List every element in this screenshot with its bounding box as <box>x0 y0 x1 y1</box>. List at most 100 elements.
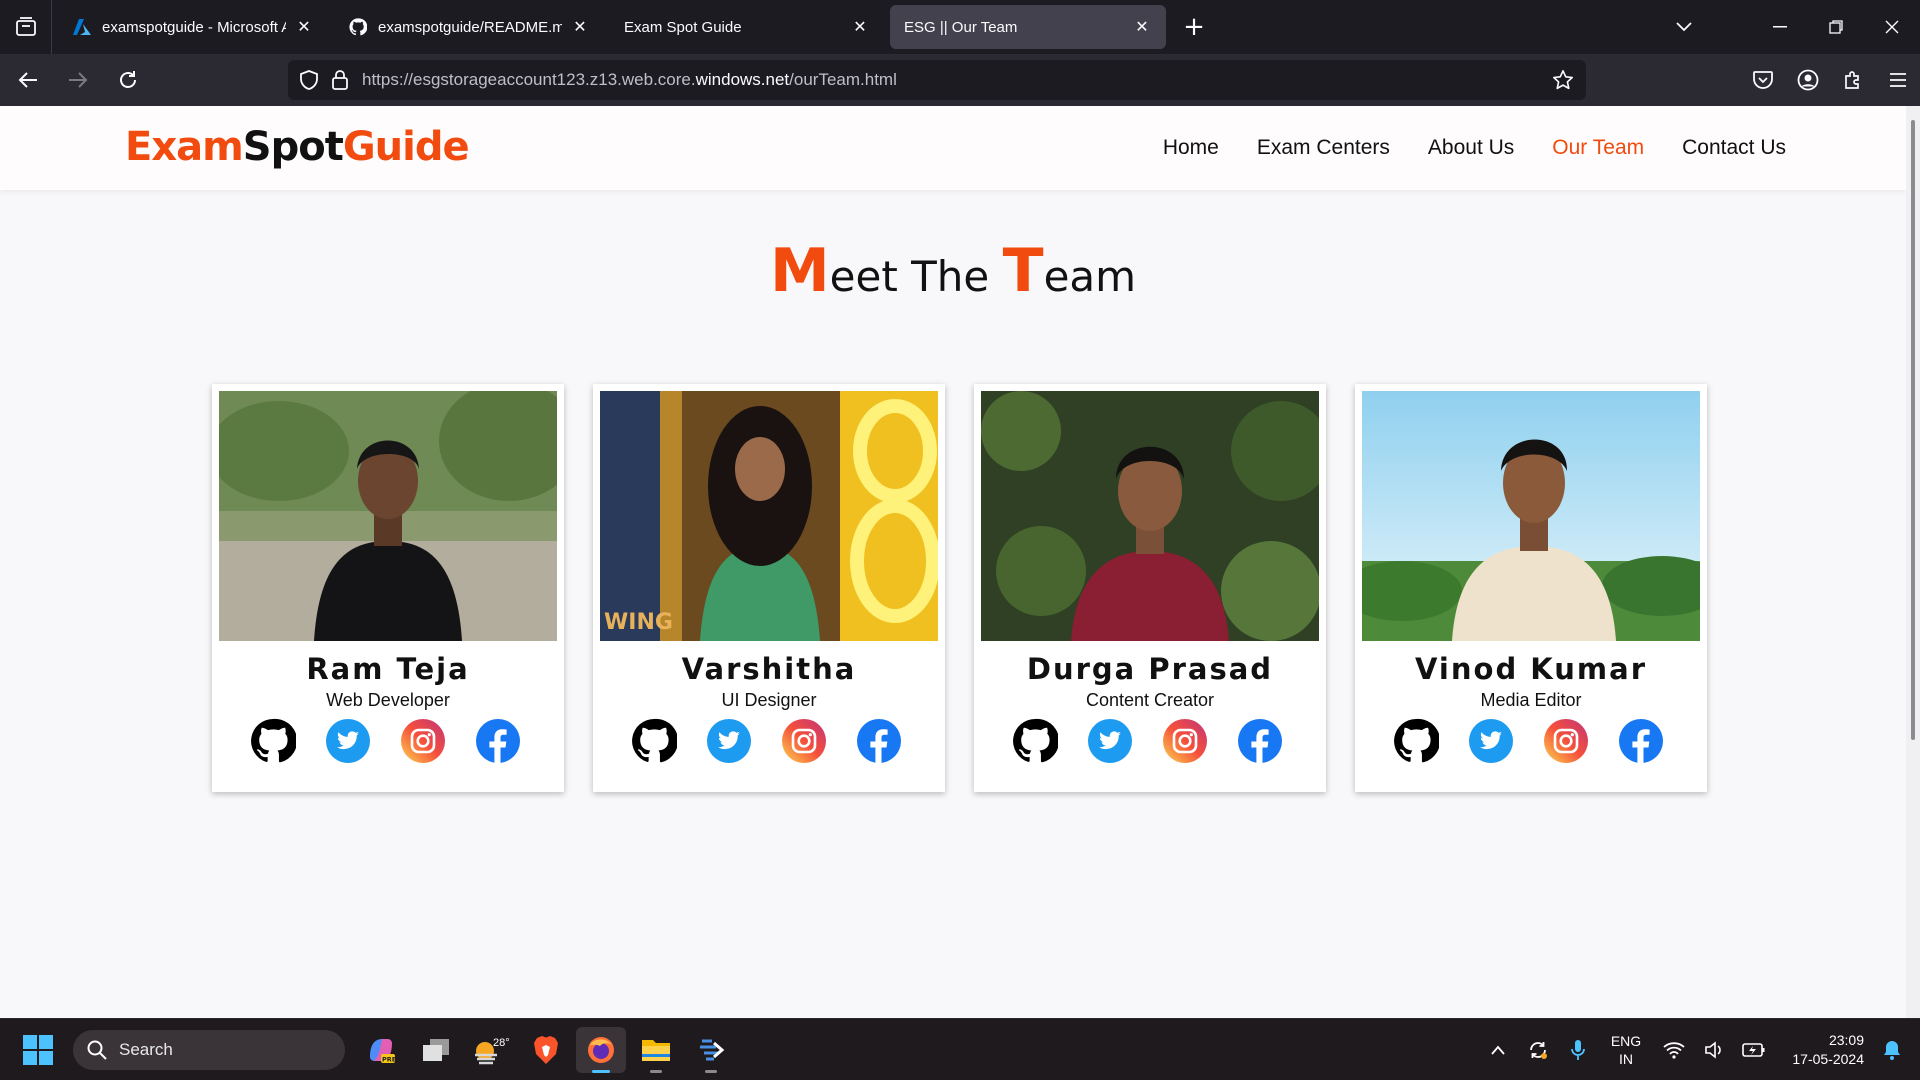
url-bar[interactable]: https://esgstorageaccount123.z13.web.cor… <box>288 60 1586 100</box>
minimize-button[interactable] <box>1752 0 1808 54</box>
weather-temp: 28° <box>493 1037 509 1049</box>
browser-tab-bar: examspotguide - Microsoft Azu ✕ examspot… <box>0 0 1920 54</box>
tab-our-team[interactable]: ESG || Our Team ✕ <box>890 5 1166 49</box>
battery-tray-button[interactable] <box>1734 1030 1774 1070</box>
extensions-button[interactable] <box>1830 58 1875 102</box>
chevron-down-icon <box>1676 22 1692 32</box>
instagram-icon <box>1163 719 1207 763</box>
tab-close-icon[interactable]: ✕ <box>294 17 314 37</box>
show-hidden-icons[interactable] <box>1478 1030 1518 1070</box>
puzzle-icon <box>1844 71 1859 89</box>
window-controls <box>1656 0 1920 54</box>
nav-home[interactable]: Home <box>1163 136 1219 160</box>
taskbar-copilot[interactable]: PRE <box>356 1027 406 1073</box>
firefox-icon <box>588 1037 614 1063</box>
reload-button[interactable] <box>106 58 150 102</box>
account-button[interactable] <box>1785 58 1830 102</box>
facebook-link[interactable] <box>1618 718 1664 764</box>
facebook-link[interactable] <box>856 718 902 764</box>
url-domain: windows.net <box>695 70 790 89</box>
twitter-link[interactable] <box>1087 718 1133 764</box>
lang-region: IN <box>1619 1051 1633 1067</box>
weather-icon: 28° <box>475 1037 509 1065</box>
instagram-link[interactable] <box>781 718 827 764</box>
twitter-icon <box>1088 719 1132 763</box>
team-card: Durga Prasad Content Creator <box>974 384 1326 792</box>
url-prefix: https://esgstorageaccount123.z13.web.cor… <box>362 70 696 89</box>
volume-icon <box>1705 1041 1721 1059</box>
facebook-link[interactable] <box>1237 718 1283 764</box>
team-cards: Ram Teja Web Developer WING Varshitha UI… <box>212 384 1707 792</box>
instagram-link[interactable] <box>1162 718 1208 764</box>
language-indicator[interactable]: ENG IN <box>1598 1032 1654 1068</box>
tab-close-icon[interactable]: ✕ <box>850 17 870 37</box>
shield-icon[interactable] <box>300 70 318 90</box>
start-button[interactable] <box>22 1034 54 1070</box>
svg-text:PRE: PRE <box>382 1056 396 1064</box>
sync-tray-button[interactable] <box>1518 1030 1558 1070</box>
taskbar-brave[interactable] <box>521 1027 571 1073</box>
tab-exam-spot-guide[interactable]: Exam Spot Guide ✕ <box>610 5 884 49</box>
volume-tray-button[interactable] <box>1694 1030 1734 1070</box>
github-link[interactable] <box>631 718 677 764</box>
lock-icon[interactable] <box>332 70 348 90</box>
system-clock[interactable]: 23:09 17-05-2024 <box>1774 1031 1864 1069</box>
tab-azure[interactable]: examspotguide - Microsoft Azu ✕ <box>58 5 328 49</box>
restore-button[interactable] <box>1808 0 1864 54</box>
new-tab-button[interactable]: + <box>1174 7 1214 47</box>
close-window-button[interactable] <box>1864 0 1920 54</box>
url-path: /ourTeam.html <box>789 70 897 89</box>
nav-about-us[interactable]: About Us <box>1428 136 1514 160</box>
logo-part-guide: Guide <box>342 124 470 170</box>
facebook-icon <box>1619 719 1663 763</box>
bookmark-star-icon[interactable] <box>1552 69 1574 91</box>
logo-part-spot: Spot <box>242 124 344 170</box>
back-button[interactable] <box>6 58 50 102</box>
taskbar-firefox[interactable] <box>576 1027 626 1073</box>
taskbar-file-explorer[interactable] <box>631 1027 681 1073</box>
restore-icon <box>1829 20 1843 34</box>
taskbar-task-view[interactable] <box>411 1027 461 1073</box>
toolbar-right <box>1740 54 1920 106</box>
page-scrollbar[interactable] <box>1906 106 1920 1018</box>
tab-close-icon[interactable]: ✕ <box>570 17 590 37</box>
microphone-tray-button[interactable] <box>1558 1030 1598 1070</box>
member-name: Varshitha <box>681 652 857 686</box>
notifications-button[interactable] <box>1872 1030 1912 1070</box>
forward-button[interactable] <box>56 58 100 102</box>
nav-our-team[interactable]: Our Team <box>1552 136 1644 160</box>
pocket-button[interactable] <box>1740 58 1785 102</box>
tab-github[interactable]: examspotguide/README.md a ✕ <box>334 5 604 49</box>
github-link[interactable] <box>1393 718 1439 764</box>
github-link[interactable] <box>1012 718 1058 764</box>
wifi-tray-button[interactable] <box>1654 1030 1694 1070</box>
nav-exam-centers[interactable]: Exam Centers <box>1257 136 1390 160</box>
twitter-link[interactable] <box>1468 718 1514 764</box>
taskbar-search[interactable]: Search <box>73 1030 345 1070</box>
menu-button[interactable] <box>1875 58 1920 102</box>
svg-text:WING: WING <box>604 610 673 635</box>
twitter-link[interactable] <box>706 718 752 764</box>
taskbar-vscode-like[interactable] <box>686 1027 736 1073</box>
scrollbar-thumb[interactable] <box>1911 120 1915 740</box>
bell-icon <box>1884 1041 1900 1060</box>
azure-icon <box>72 17 92 37</box>
instagram-link[interactable] <box>400 718 446 764</box>
github-link[interactable] <box>250 718 296 764</box>
twitter-link[interactable] <box>325 718 371 764</box>
taskbar-apps: PRE 28° <box>356 1027 741 1073</box>
list-all-tabs-button[interactable] <box>1656 0 1712 54</box>
url-text[interactable]: https://esgstorageaccount123.z13.web.cor… <box>362 70 897 90</box>
facebook-link[interactable] <box>475 718 521 764</box>
site-logo[interactable]: ExamSpotGuide <box>125 124 470 170</box>
heading-letter-m: M <box>769 236 830 306</box>
nav-contact-us[interactable]: Contact Us <box>1682 136 1786 160</box>
tab-close-icon[interactable]: ✕ <box>1132 17 1152 37</box>
taskbar-weather[interactable]: 28° <box>466 1027 516 1073</box>
team-card: Vinod Kumar Media Editor <box>1355 384 1707 792</box>
facebook-icon <box>857 719 901 763</box>
page-title: Meet The Team <box>0 236 1906 306</box>
instagram-link[interactable] <box>1543 718 1589 764</box>
tab-list-button[interactable] <box>0 0 52 54</box>
windows-taskbar: Search PRE 28° ENG IN 23:09 17-05-2024 <box>0 1018 1920 1080</box>
